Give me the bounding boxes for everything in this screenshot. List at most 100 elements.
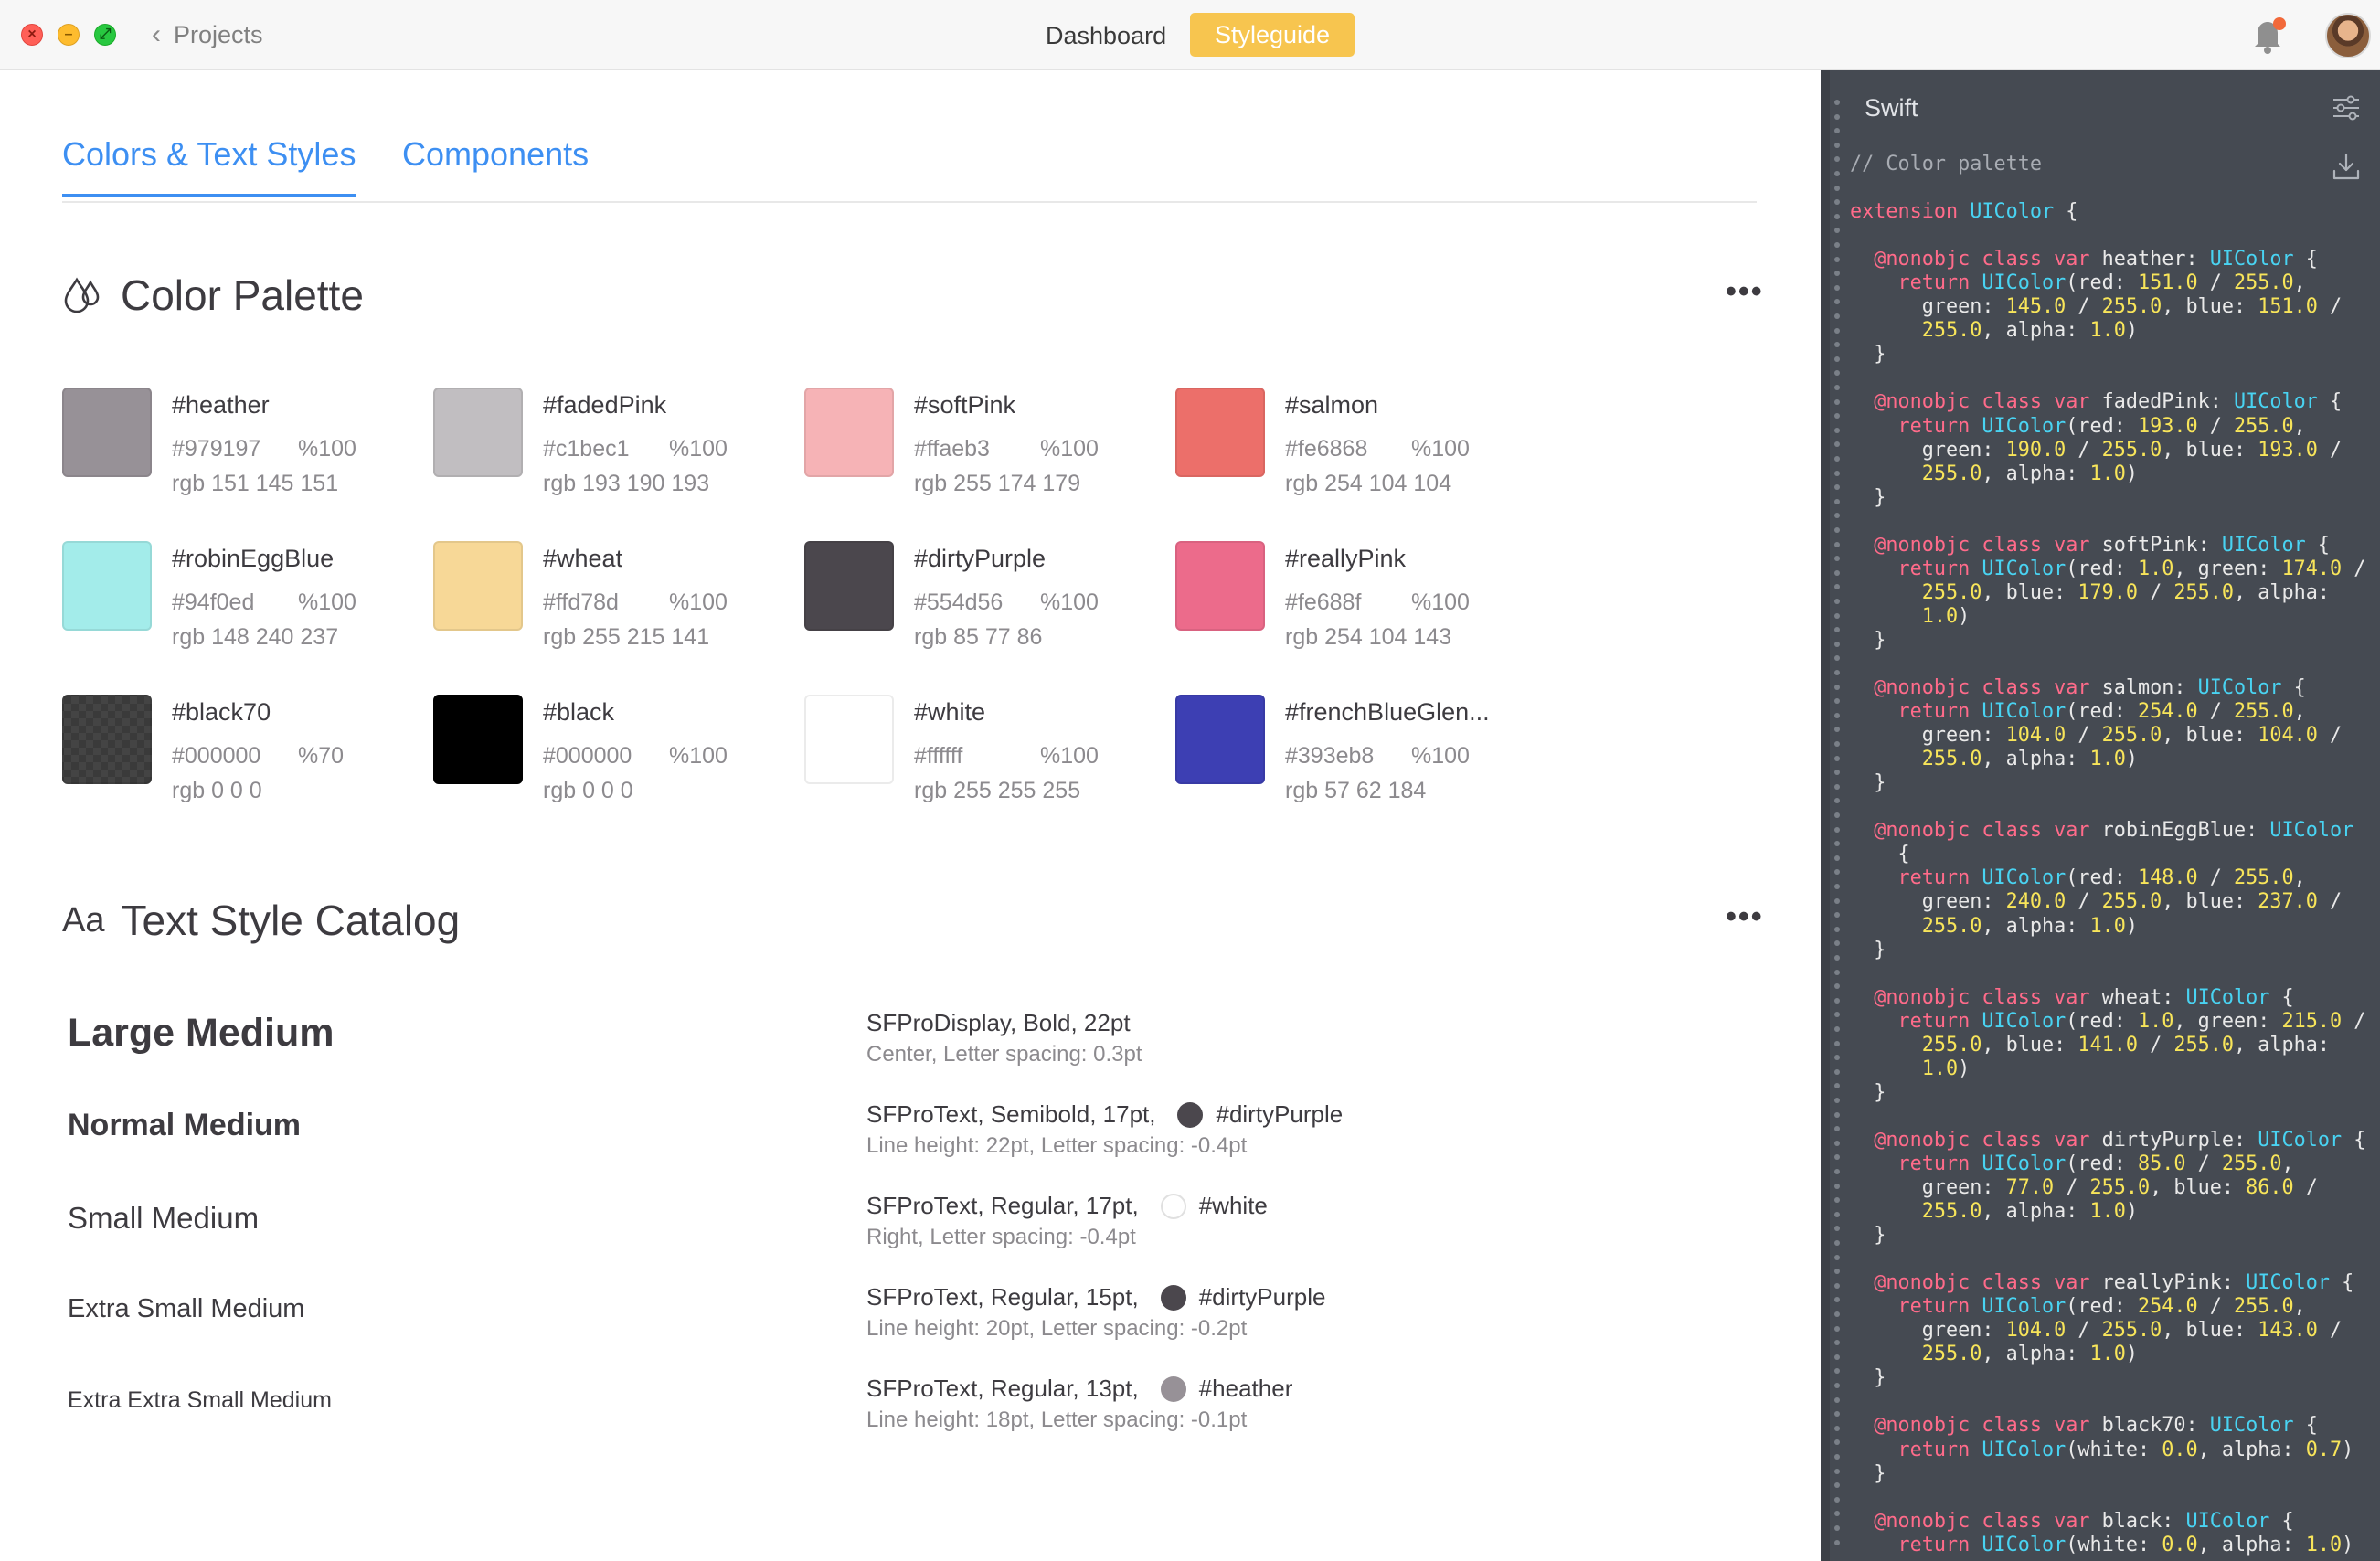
code-line: } bbox=[1850, 1366, 2365, 1390]
code-token: / bbox=[2066, 1319, 2102, 1343]
avatar[interactable] bbox=[2325, 13, 2371, 58]
code-token: / bbox=[2342, 557, 2366, 580]
color-palette-header: Color Palette bbox=[62, 271, 364, 320]
gutter-marker bbox=[1834, 912, 1840, 919]
color-name: #black bbox=[543, 698, 615, 726]
code-token: / bbox=[2066, 890, 2102, 914]
code-token: ) bbox=[1958, 604, 1971, 628]
code-token: return bbox=[1850, 700, 1982, 724]
tab-colors-text-styles[interactable]: Colors & Text Styles bbox=[62, 135, 356, 197]
panel-divider[interactable] bbox=[1821, 70, 1830, 1561]
gutter-marker bbox=[1834, 1098, 1840, 1103]
gutter-marker bbox=[1834, 1269, 1840, 1275]
title-bar: × – ⤢ ‹ Projects Dashboard Styleguide bbox=[0, 0, 2380, 70]
code-token: @nonobjc class var bbox=[1850, 985, 2102, 1009]
code-token: @nonobjc class var bbox=[1850, 1128, 2102, 1152]
gutter-marker bbox=[1834, 1040, 1840, 1046]
text-style-sample[interactable]: Extra Extra Small Medium bbox=[68, 1387, 332, 1414]
color-swatch[interactable] bbox=[804, 695, 894, 784]
color-rgb: rgb 254 104 143 bbox=[1285, 624, 1452, 650]
gutter-marker bbox=[1834, 385, 1840, 390]
color-swatch[interactable] bbox=[433, 695, 523, 784]
code-token: 104.0 bbox=[2005, 724, 2067, 748]
code-token: / bbox=[2293, 1176, 2318, 1200]
code-token: ) bbox=[2125, 462, 2138, 485]
color-swatch[interactable] bbox=[804, 541, 894, 631]
gutter-marker bbox=[1834, 1396, 1840, 1403]
code-token: 190.0 bbox=[2005, 438, 2067, 462]
color-palette-more-button[interactable]: ••• bbox=[1726, 274, 1764, 310]
code-line: // Color palette bbox=[1850, 153, 2365, 176]
code-token: UIColor bbox=[2209, 248, 2294, 271]
color-swatch[interactable] bbox=[62, 541, 152, 631]
code-token: 1.0 bbox=[2137, 1009, 2174, 1033]
window-minimize-button[interactable]: – bbox=[58, 24, 80, 46]
text-style-detail: Right, Letter spacing: -0.4pt bbox=[866, 1225, 1136, 1249]
gutter-marker bbox=[1834, 1411, 1840, 1418]
code-line: @nonobjc class var salmon: UIColor { bbox=[1850, 676, 2365, 700]
color-swatch[interactable] bbox=[433, 388, 523, 477]
code-token: , alpha: bbox=[2233, 580, 2330, 604]
code-token: { bbox=[2269, 985, 2294, 1009]
bell-icon[interactable] bbox=[2247, 15, 2289, 57]
code-token: 1.0 bbox=[2089, 462, 2126, 485]
text-style-sample[interactable]: Large Medium bbox=[68, 1011, 335, 1056]
sliders-icon[interactable] bbox=[2331, 92, 2362, 123]
code-token: 255.0 bbox=[2173, 1033, 2234, 1057]
code-token: 254.0 bbox=[2137, 1295, 2198, 1319]
code-token: @nonobjc class var bbox=[1850, 676, 2102, 700]
code-token: 151.0 bbox=[2137, 271, 2198, 295]
color-swatch[interactable] bbox=[62, 695, 152, 784]
color-swatch[interactable] bbox=[1175, 541, 1265, 631]
gutter-marker bbox=[1834, 869, 1840, 876]
text-style-spec: SFProText, Regular, 13pt, #heather bbox=[866, 1375, 1292, 1403]
color-hex: #979197 bbox=[172, 436, 261, 462]
color-swatch[interactable] bbox=[433, 541, 523, 631]
gutter-marker bbox=[1834, 1525, 1840, 1531]
text-style-sample[interactable]: Normal Medium bbox=[68, 1108, 301, 1143]
nav-dashboard[interactable]: Dashboard bbox=[1033, 16, 1179, 55]
gutter-marker bbox=[1834, 770, 1840, 776]
color-swatch[interactable] bbox=[1175, 695, 1265, 784]
window-maximize-button[interactable]: ⤢ bbox=[94, 24, 116, 46]
code-token: / bbox=[2066, 295, 2102, 319]
text-style-spec: SFProText, Regular, 17pt, #white bbox=[866, 1192, 1268, 1220]
gutter-marker bbox=[1834, 741, 1840, 747]
text-style-detail: Line height: 22pt, Letter spacing: -0.4p… bbox=[866, 1133, 1248, 1158]
color-name: #frenchBlueGlen... bbox=[1285, 698, 1490, 726]
text-style-sample[interactable]: Small Medium bbox=[68, 1201, 259, 1236]
code-token: , bbox=[2293, 700, 2306, 724]
code-token: return bbox=[1850, 1009, 1982, 1033]
color-swatch[interactable] bbox=[1175, 388, 1265, 477]
color-name: #black70 bbox=[172, 698, 271, 726]
window-close-button[interactable]: × bbox=[21, 24, 43, 46]
back-to-projects-link[interactable]: ‹ Projects bbox=[152, 18, 263, 51]
color-name: #reallyPink bbox=[1285, 545, 1407, 572]
swift-code-block[interactable]: // Color palette extension UIColor { @non… bbox=[1850, 153, 2365, 1557]
color-rgb: rgb 0 0 0 bbox=[172, 778, 262, 803]
code-token: green: bbox=[1850, 724, 2006, 748]
code-line: @nonobjc class var reallyPink: UIColor { bbox=[1850, 1271, 2365, 1295]
color-swatch[interactable] bbox=[804, 388, 894, 477]
gutter-marker bbox=[1834, 1211, 1840, 1217]
text-style-more-button[interactable]: ••• bbox=[1726, 899, 1764, 935]
color-rgb: rgb 193 190 193 bbox=[543, 471, 710, 496]
color-hex: #393eb8 bbox=[1285, 743, 1375, 769]
code-token: { bbox=[2342, 1128, 2366, 1152]
text-style-spec: SFProDisplay, Bold, 22pt bbox=[866, 1009, 1131, 1037]
gutter-marker bbox=[1834, 1496, 1840, 1503]
gutter-marker bbox=[1834, 199, 1840, 206]
nav-styleguide[interactable]: Styleguide bbox=[1190, 13, 1355, 57]
code-token: / bbox=[2066, 724, 2102, 748]
text-style-sample[interactable]: Extra Small Medium bbox=[68, 1294, 304, 1324]
tab-components[interactable]: Components bbox=[402, 135, 589, 194]
color-swatch[interactable] bbox=[62, 388, 152, 477]
code-token: , alpha: bbox=[2197, 1533, 2306, 1556]
text-style-detail: Line height: 18pt, Letter spacing: -0.1p… bbox=[866, 1407, 1248, 1432]
code-token: @nonobjc class var bbox=[1850, 390, 2102, 414]
code-language-label[interactable]: Swift bbox=[1865, 94, 1918, 122]
code-token: 77.0 bbox=[2005, 1176, 2055, 1200]
